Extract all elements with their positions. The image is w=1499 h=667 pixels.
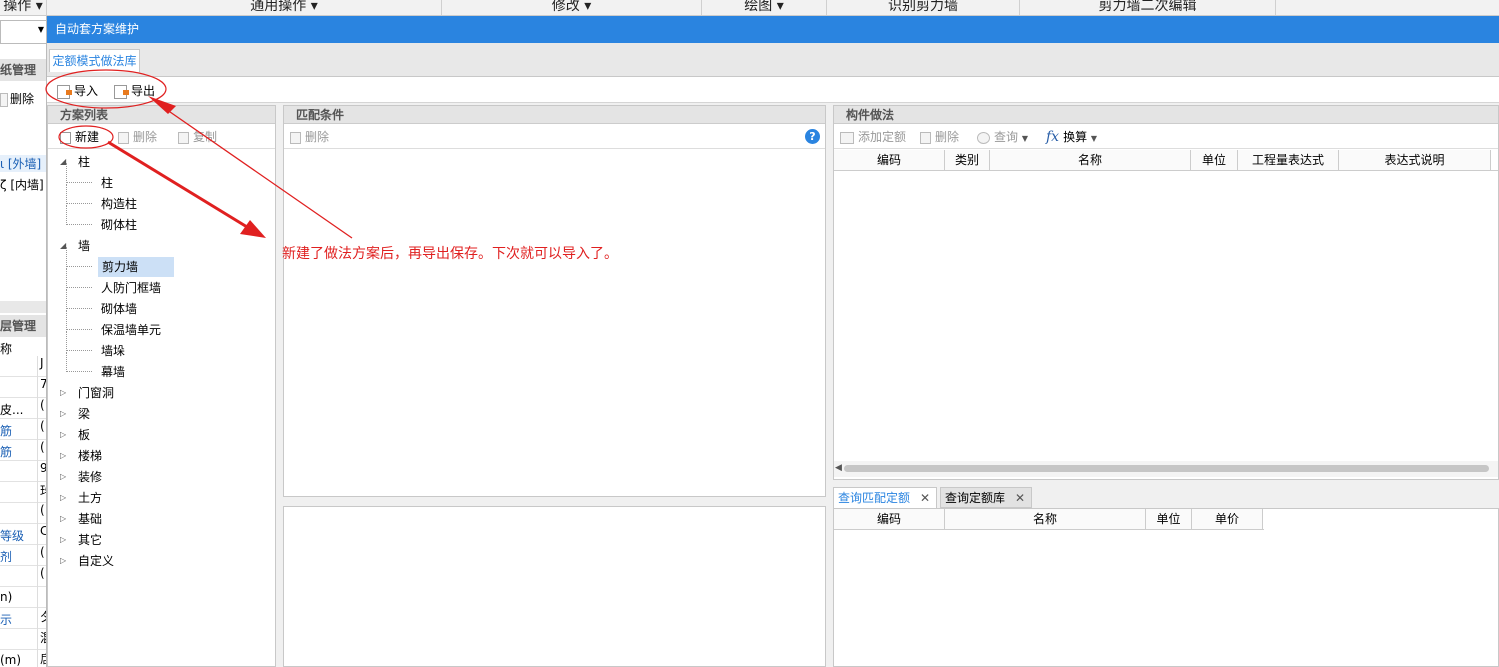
arrow-to-toolbar-head — [148, 96, 176, 114]
annotation-text: 新建了做法方案后，再导出保存。下次就可以导入了。 — [282, 246, 618, 262]
new-button-highlight-ellipse — [58, 125, 114, 149]
arrow-to-toolbar-line — [159, 104, 353, 239]
arrow-from-new-head — [240, 220, 266, 238]
arrow-from-new-line — [107, 140, 253, 232]
import-export-highlight-ellipse — [45, 69, 167, 109]
annotation-overlay — [45, 69, 353, 239]
